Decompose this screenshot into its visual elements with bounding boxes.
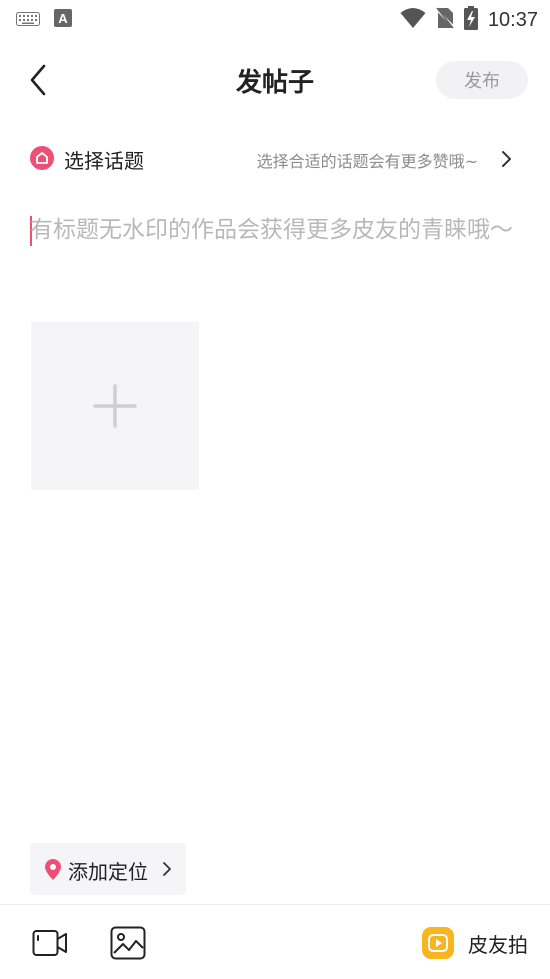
image-icon	[110, 926, 146, 960]
add-media-button[interactable]	[31, 322, 199, 490]
a-icon: A	[54, 9, 72, 31]
bottom-toolbar: 皮友拍	[0, 905, 550, 979]
video-icon	[32, 930, 67, 956]
pipai-button[interactable]: 皮友拍	[422, 923, 528, 963]
battery-charging-icon	[463, 6, 478, 34]
topic-selector[interactable]: 选择话题 选择合适的话题会有更多赞哦~	[30, 140, 520, 178]
post-text-input[interactable]: 有标题无水印的作品会获得更多皮友的青睐哦～	[30, 214, 522, 246]
pipai-play-icon	[422, 927, 454, 959]
status-time: 10:37	[487, 8, 538, 31]
keyboard-icon	[16, 11, 40, 30]
chevron-right-icon	[502, 151, 511, 167]
topic-hint: 选择合适的话题会有更多赞哦~	[256, 152, 478, 171]
publish-button[interactable]: 发布	[436, 61, 528, 99]
header: 发帖子 发布	[0, 50, 550, 110]
topic-icon	[30, 146, 54, 170]
svg-text:A: A	[58, 11, 68, 26]
topic-label: 选择话题	[64, 149, 144, 173]
pipai-label: 皮友拍	[468, 932, 528, 957]
location-label: 添加定位	[68, 860, 148, 884]
no-sim-icon	[435, 7, 455, 33]
image-button[interactable]	[110, 926, 146, 960]
location-pin-icon	[45, 859, 61, 880]
plus-icon	[93, 384, 137, 428]
status-bar: A 10:37	[0, 0, 550, 36]
chevron-right-icon	[163, 862, 171, 876]
add-location-button[interactable]: 添加定位	[30, 843, 186, 895]
wifi-icon	[400, 7, 426, 33]
video-button[interactable]	[32, 927, 68, 959]
